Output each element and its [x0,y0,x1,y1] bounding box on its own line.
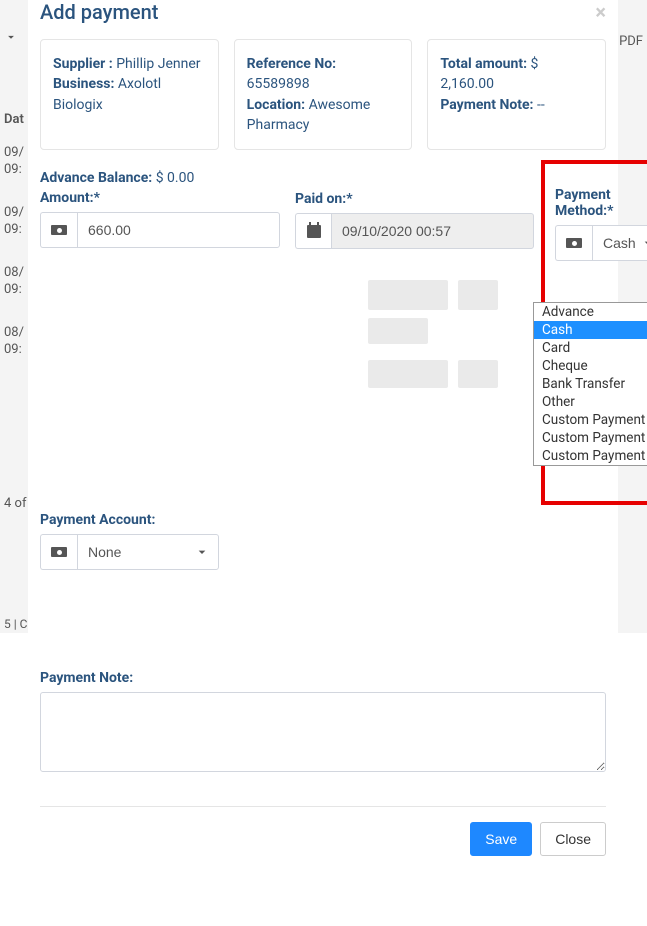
modal-footer: Save Close [40,806,606,856]
total-label: Total amount: [440,56,527,72]
money-icon [40,534,77,570]
method-option-card[interactable]: Card [534,339,647,357]
money-icon [555,225,592,261]
amount-input-group [40,212,280,248]
paid-on-input[interactable] [331,213,534,249]
method-option-custom2[interactable]: Custom Payment 2 [534,429,647,447]
payment-note-textarea[interactable] [40,692,606,772]
paid-on-input-group [295,213,534,249]
bg-showing-count: 4 of [4,496,26,511]
account-col: Payment Account: None [40,512,219,570]
account-label: Payment Account: [40,512,219,528]
bg-ts-3: 09: [4,222,22,237]
payment-method-select[interactable]: Cash [592,225,647,261]
bg-ts-1: 09: [4,162,22,177]
money-icon [40,212,77,248]
method-option-cheque[interactable]: Cheque [534,357,647,375]
payment-method-dropdown-open[interactable]: Advance Cash Card Cheque Bank Transfer O… [533,302,647,466]
modal-title: Add payment [40,0,158,24]
close-button[interactable]: Close [540,822,606,856]
reference-value: 65589898 [247,76,310,92]
add-payment-modal: Add payment × Supplier : Phillip Jenner … [28,0,618,926]
payment-note-value: -- [537,97,545,113]
supplier-value: Phillip Jenner [116,56,200,72]
account-input-group: None [40,534,219,570]
advance-balance-value: $ 0.00 [156,170,195,186]
payment-account-select[interactable]: None [77,534,219,570]
amount-input[interactable] [77,212,280,248]
paid-on-label: Paid on:* [295,191,534,207]
bg-ts-5: 09: [4,282,22,297]
method-option-bank-transfer[interactable]: Bank Transfer [534,375,647,393]
bg-ts-0: 09/ [4,145,24,160]
method-option-cash[interactable]: Cash [534,321,647,339]
reference-card: Reference No: 65589898 Location: Awesome… [234,39,413,150]
bg-pdf-badge: PDF [619,34,643,49]
bg-col-header: Dat [4,112,24,127]
background-left-strip [0,0,30,633]
method-option-advance[interactable]: Advance [534,303,647,321]
total-card: Total amount: $ 2,160.00 Payment Note: -… [427,39,606,150]
form-row-2: Payment Account: None [40,512,606,570]
method-option-custom1[interactable]: Custom Payment 1 [534,411,647,429]
method-input-group: Cash [555,225,647,261]
amount-label: Amount:* [40,190,280,206]
method-label: Payment Method:* [555,187,647,219]
calendar-icon [295,213,331,249]
payment-note-label: Payment Note: [440,97,533,113]
close-icon[interactable]: × [595,0,606,24]
info-cards-row: Supplier : Phillip Jenner Business: Axol… [40,39,606,150]
spacer-col-2 [427,512,606,570]
modal-header: Add payment × [40,0,606,39]
bg-ts-2: 09/ [4,205,24,220]
advance-balance-label: Advance Balance: $ 0.00 [40,170,280,186]
bg-ts-6: 08/ [4,325,24,340]
bg-dropdown-caret [4,30,18,48]
bg-ts-7: 09: [4,342,22,357]
location-label: Location: [247,97,305,113]
supplier-card: Supplier : Phillip Jenner Business: Axol… [40,39,219,150]
method-col: Payment Method:* Cash C Advance Cash Car… [549,170,647,499]
payment-note-textarea-label: Payment Note: [40,670,606,686]
supplier-label: Supplier : [53,56,113,72]
payment-note-section: Payment Note: [40,670,606,776]
amount-col: Advance Balance: $ 0.00 Amount:* [40,170,280,499]
spacer-col [234,512,413,570]
business-label: Business: [53,76,114,92]
method-option-custom3[interactable]: Custom Payment 3 [534,447,647,465]
method-option-other[interactable]: Other [534,393,647,411]
save-button[interactable]: Save [470,822,532,856]
bg-ts-4: 08/ [4,265,24,280]
obscured-region [358,280,553,420]
reference-label: Reference No: [247,56,336,72]
